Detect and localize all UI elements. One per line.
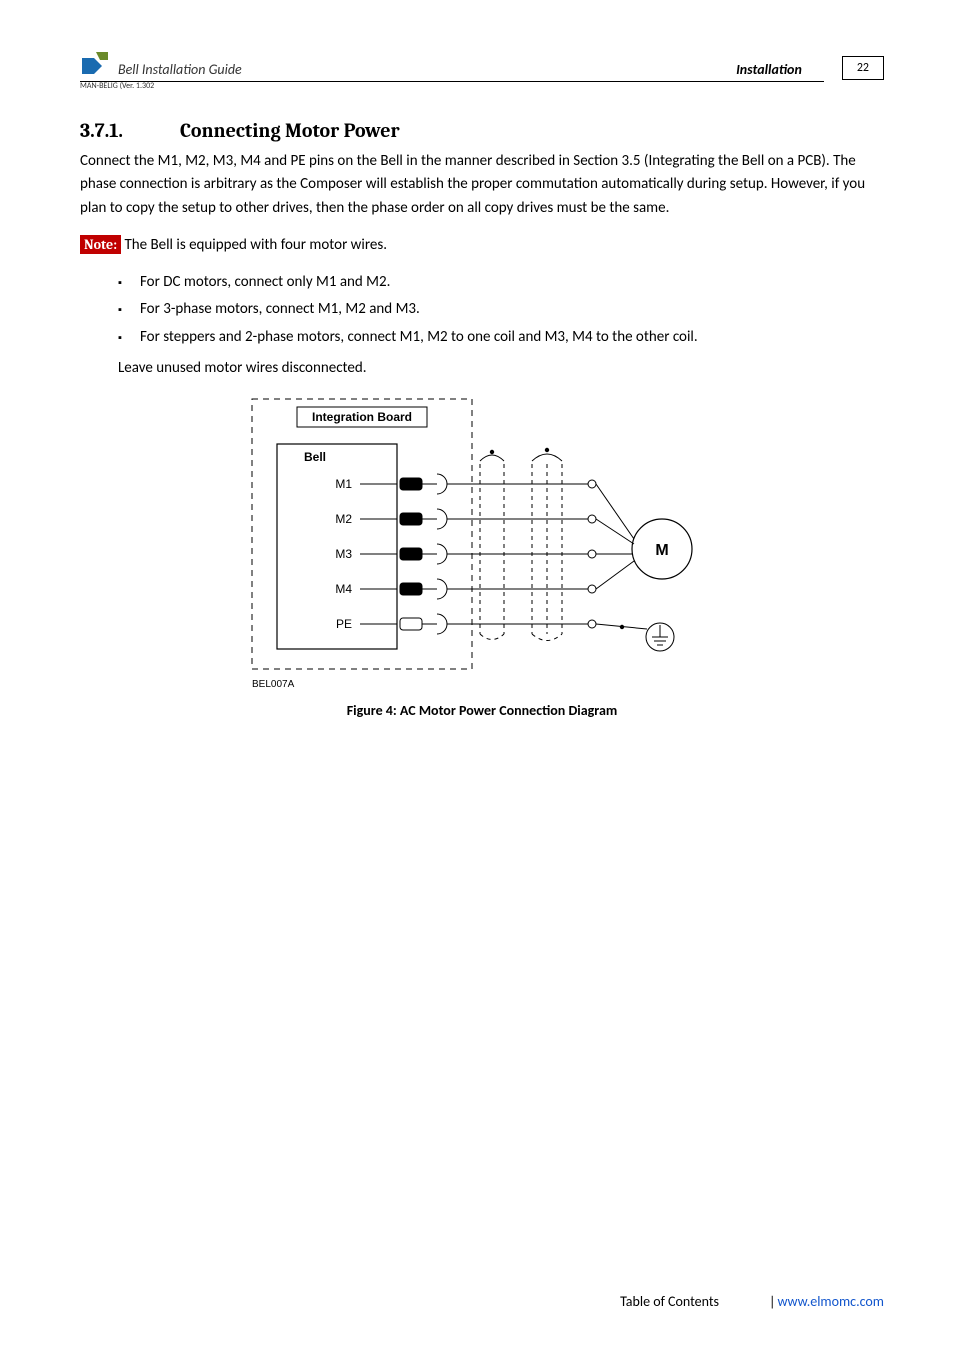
note-line: Note: The Bell is equipped with four mot… xyxy=(80,234,884,257)
note-label: Note: xyxy=(80,235,121,254)
guide-title: Bell Installation Guide xyxy=(118,61,242,78)
pin-label: M2 xyxy=(335,512,352,526)
list-item: For 3-phase motors, connect M1, M2 and M… xyxy=(118,298,884,321)
device-label: Bell xyxy=(304,450,326,464)
board-label: Integration Board xyxy=(312,410,412,424)
bullet-list: For DC motors, connect only M1 and M2. F… xyxy=(118,271,884,349)
logo-icon xyxy=(80,50,110,78)
list-item: For steppers and 2-phase motors, connect… xyxy=(118,326,884,349)
diagram-ref: BEL007A xyxy=(252,679,295,689)
list-item: For DC motors, connect only M1 and M2. xyxy=(118,271,884,294)
intro-paragraph: Connect the M1, M2, M3, M4 and PE pins o… xyxy=(80,150,884,220)
pin-label: PE xyxy=(336,617,352,631)
section-heading: 3.7.1.Connecting Motor Power xyxy=(80,119,884,142)
pin-label: M3 xyxy=(335,547,352,561)
pin-label: M4 xyxy=(335,582,352,596)
toc-link[interactable]: Table of Contents xyxy=(620,1293,719,1310)
figure-caption: Figure 4: AC Motor Power Connection Diag… xyxy=(80,702,884,719)
section-number: 3.7.1. xyxy=(80,119,180,142)
page-footer: Table of Contents |www.elmomc.com xyxy=(0,1293,884,1310)
pin-label: M1 xyxy=(335,477,352,491)
section-label: Installation xyxy=(736,61,802,78)
motor-connection-diagram: Integration Board Bell M1 M2 M3 M4 PE xyxy=(242,389,722,694)
page-header: Bell Installation Guide Installation 22 xyxy=(80,50,884,78)
page-number: 22 xyxy=(842,56,884,80)
website-link[interactable]: www.elmomc.com xyxy=(777,1293,884,1310)
doc-id: MAN-BELIG (Ver. 1.302 xyxy=(80,81,884,91)
after-list-text: Leave unused motor wires disconnected. xyxy=(118,359,884,377)
note-text: The Bell is equipped with four motor wir… xyxy=(121,236,387,254)
motor-label: M xyxy=(655,542,668,559)
section-title: Connecting Motor Power xyxy=(180,119,400,142)
